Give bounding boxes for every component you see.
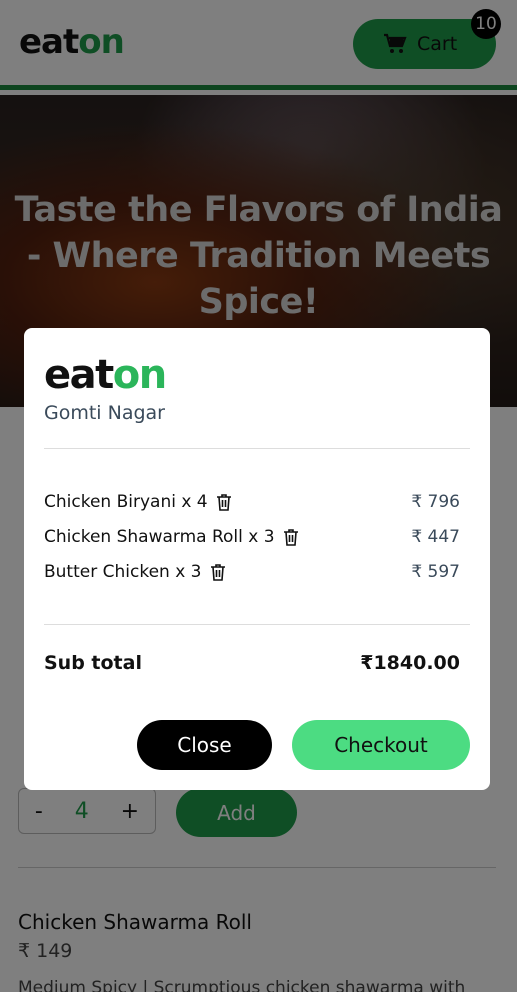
cart-item-price: ₹ 597 [411, 562, 460, 582]
cart-modal: eaton Gomti Nagar Chicken Biryani x 4 ₹ … [24, 328, 490, 790]
cart-item-name: Chicken Biryani x 4 [44, 492, 208, 512]
trash-icon[interactable] [283, 528, 299, 546]
subtotal-row: Sub total ₹1840.00 [44, 652, 460, 674]
checkout-button[interactable]: Checkout [292, 720, 470, 770]
subtotal-label: Sub total [44, 652, 142, 674]
subtotal-value: ₹1840.00 [360, 652, 460, 674]
modal-location: Gomti Nagar [44, 402, 165, 424]
cart-item-name: Chicken Shawarma Roll x 3 [44, 527, 275, 547]
cart-item-name: Butter Chicken x 3 [44, 562, 202, 582]
trash-icon[interactable] [210, 563, 226, 581]
cart-item-price: ₹ 447 [411, 527, 460, 547]
modal-divider [44, 448, 470, 449]
close-button[interactable]: Close [137, 720, 272, 770]
cart-line-item: Chicken Shawarma Roll x 3 ₹ 447 [44, 524, 460, 550]
modal-logo: eaton [44, 352, 167, 398]
trash-icon[interactable] [216, 493, 232, 511]
cart-line-item: Chicken Biryani x 4 ₹ 796 [44, 489, 460, 515]
cart-item-price: ₹ 796 [411, 492, 460, 512]
cart-line-item: Butter Chicken x 3 ₹ 597 [44, 559, 460, 585]
modal-divider [44, 624, 470, 625]
